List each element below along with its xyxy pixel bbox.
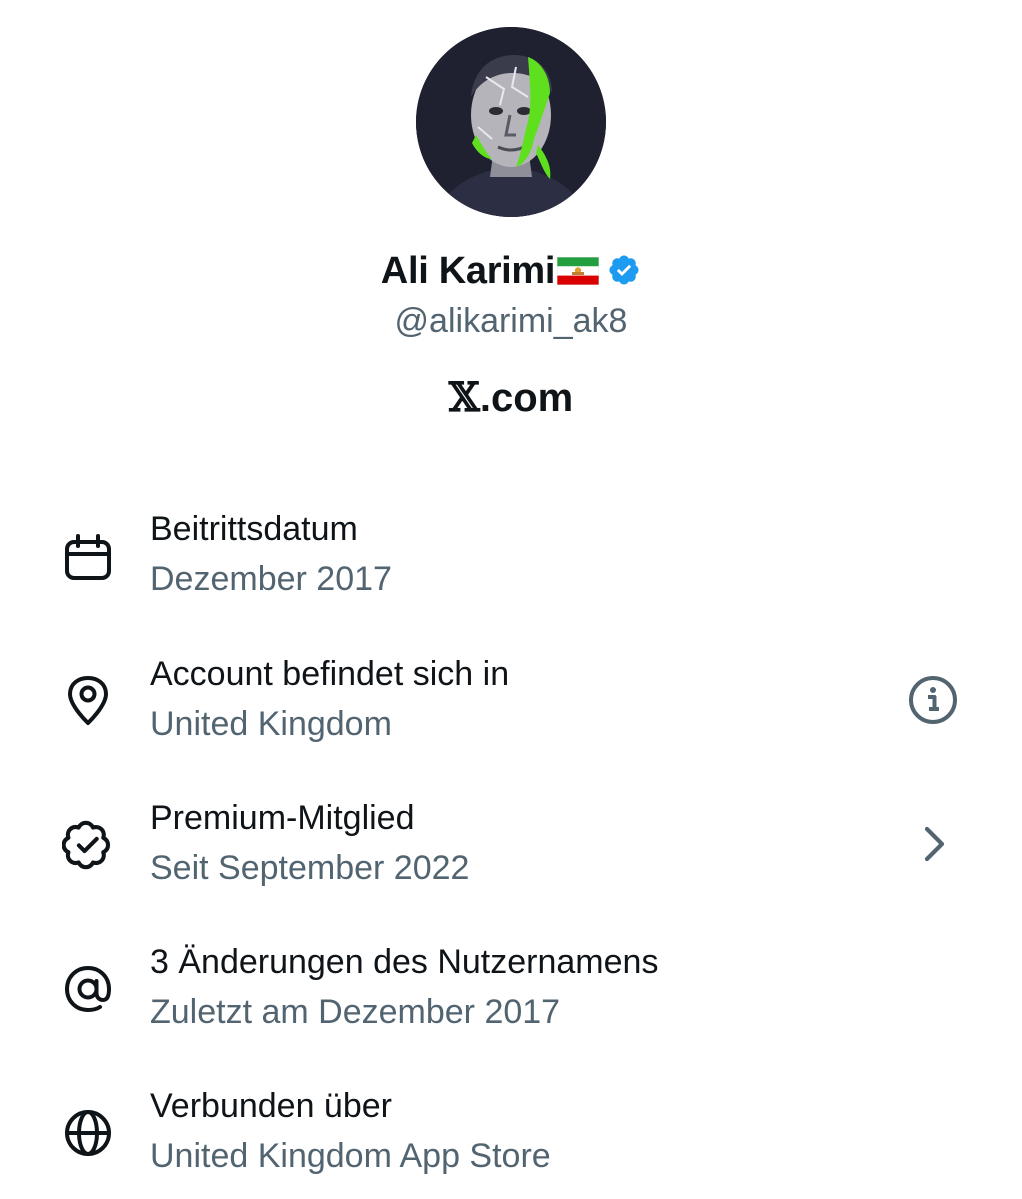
about-row-title: Beitrittsdatum (150, 510, 358, 548)
profile-domain: 𝕏.com (0, 374, 1022, 421)
about-row-title: Account befindet sich in (150, 655, 510, 693)
calendar-icon (62, 532, 114, 584)
profile-handle: @alikarimi_ak8 (394, 302, 628, 340)
verified-badge-icon[interactable] (607, 253, 641, 292)
about-row-username-changes: 3 Änderungen des Nutzernamens Zuletzt am… (0, 943, 1022, 1053)
about-row-title: 3 Änderungen des Nutzernamens (150, 943, 659, 981)
verified-outline-icon (61, 819, 114, 871)
about-row-account-location: Account befindet sich in United Kingdom (0, 655, 1022, 765)
at-sign-icon (62, 963, 114, 1015)
profile-avatar[interactable] (416, 27, 606, 217)
about-row-connected-via: Verbunden über United Kingdom App Store (0, 1087, 1022, 1197)
about-row-subtitle: United Kingdom (150, 705, 392, 743)
about-row-join-date: Beitrittsdatum Dezember 2017 (0, 510, 1022, 620)
profile-name-row: Ali Karimi (0, 246, 1022, 296)
lion-and-sun-flag-icon (556, 256, 600, 290)
about-row-title: Premium-Mitglied (150, 799, 415, 837)
avatar-image (416, 27, 606, 217)
domain-suffix: .com (479, 376, 574, 420)
about-row-subtitle: United Kingdom App Store (150, 1137, 551, 1175)
location-pin-icon (62, 675, 114, 727)
about-row-subtitle: Seit September 2022 (150, 849, 470, 887)
chevron-right-icon[interactable] (905, 816, 961, 872)
domain-x-glyph: 𝕏 (448, 374, 480, 421)
about-row-subtitle: Dezember 2017 (150, 560, 392, 598)
about-row-subtitle: Zuletzt am Dezember 2017 (150, 993, 561, 1031)
globe-icon (62, 1107, 114, 1159)
display-name: Ali Karimi (380, 249, 556, 292)
info-icon[interactable] (905, 672, 961, 728)
about-row-title: Verbunden über (150, 1087, 392, 1125)
about-row-premium[interactable]: Premium-Mitglied Seit September 2022 (0, 799, 1022, 909)
